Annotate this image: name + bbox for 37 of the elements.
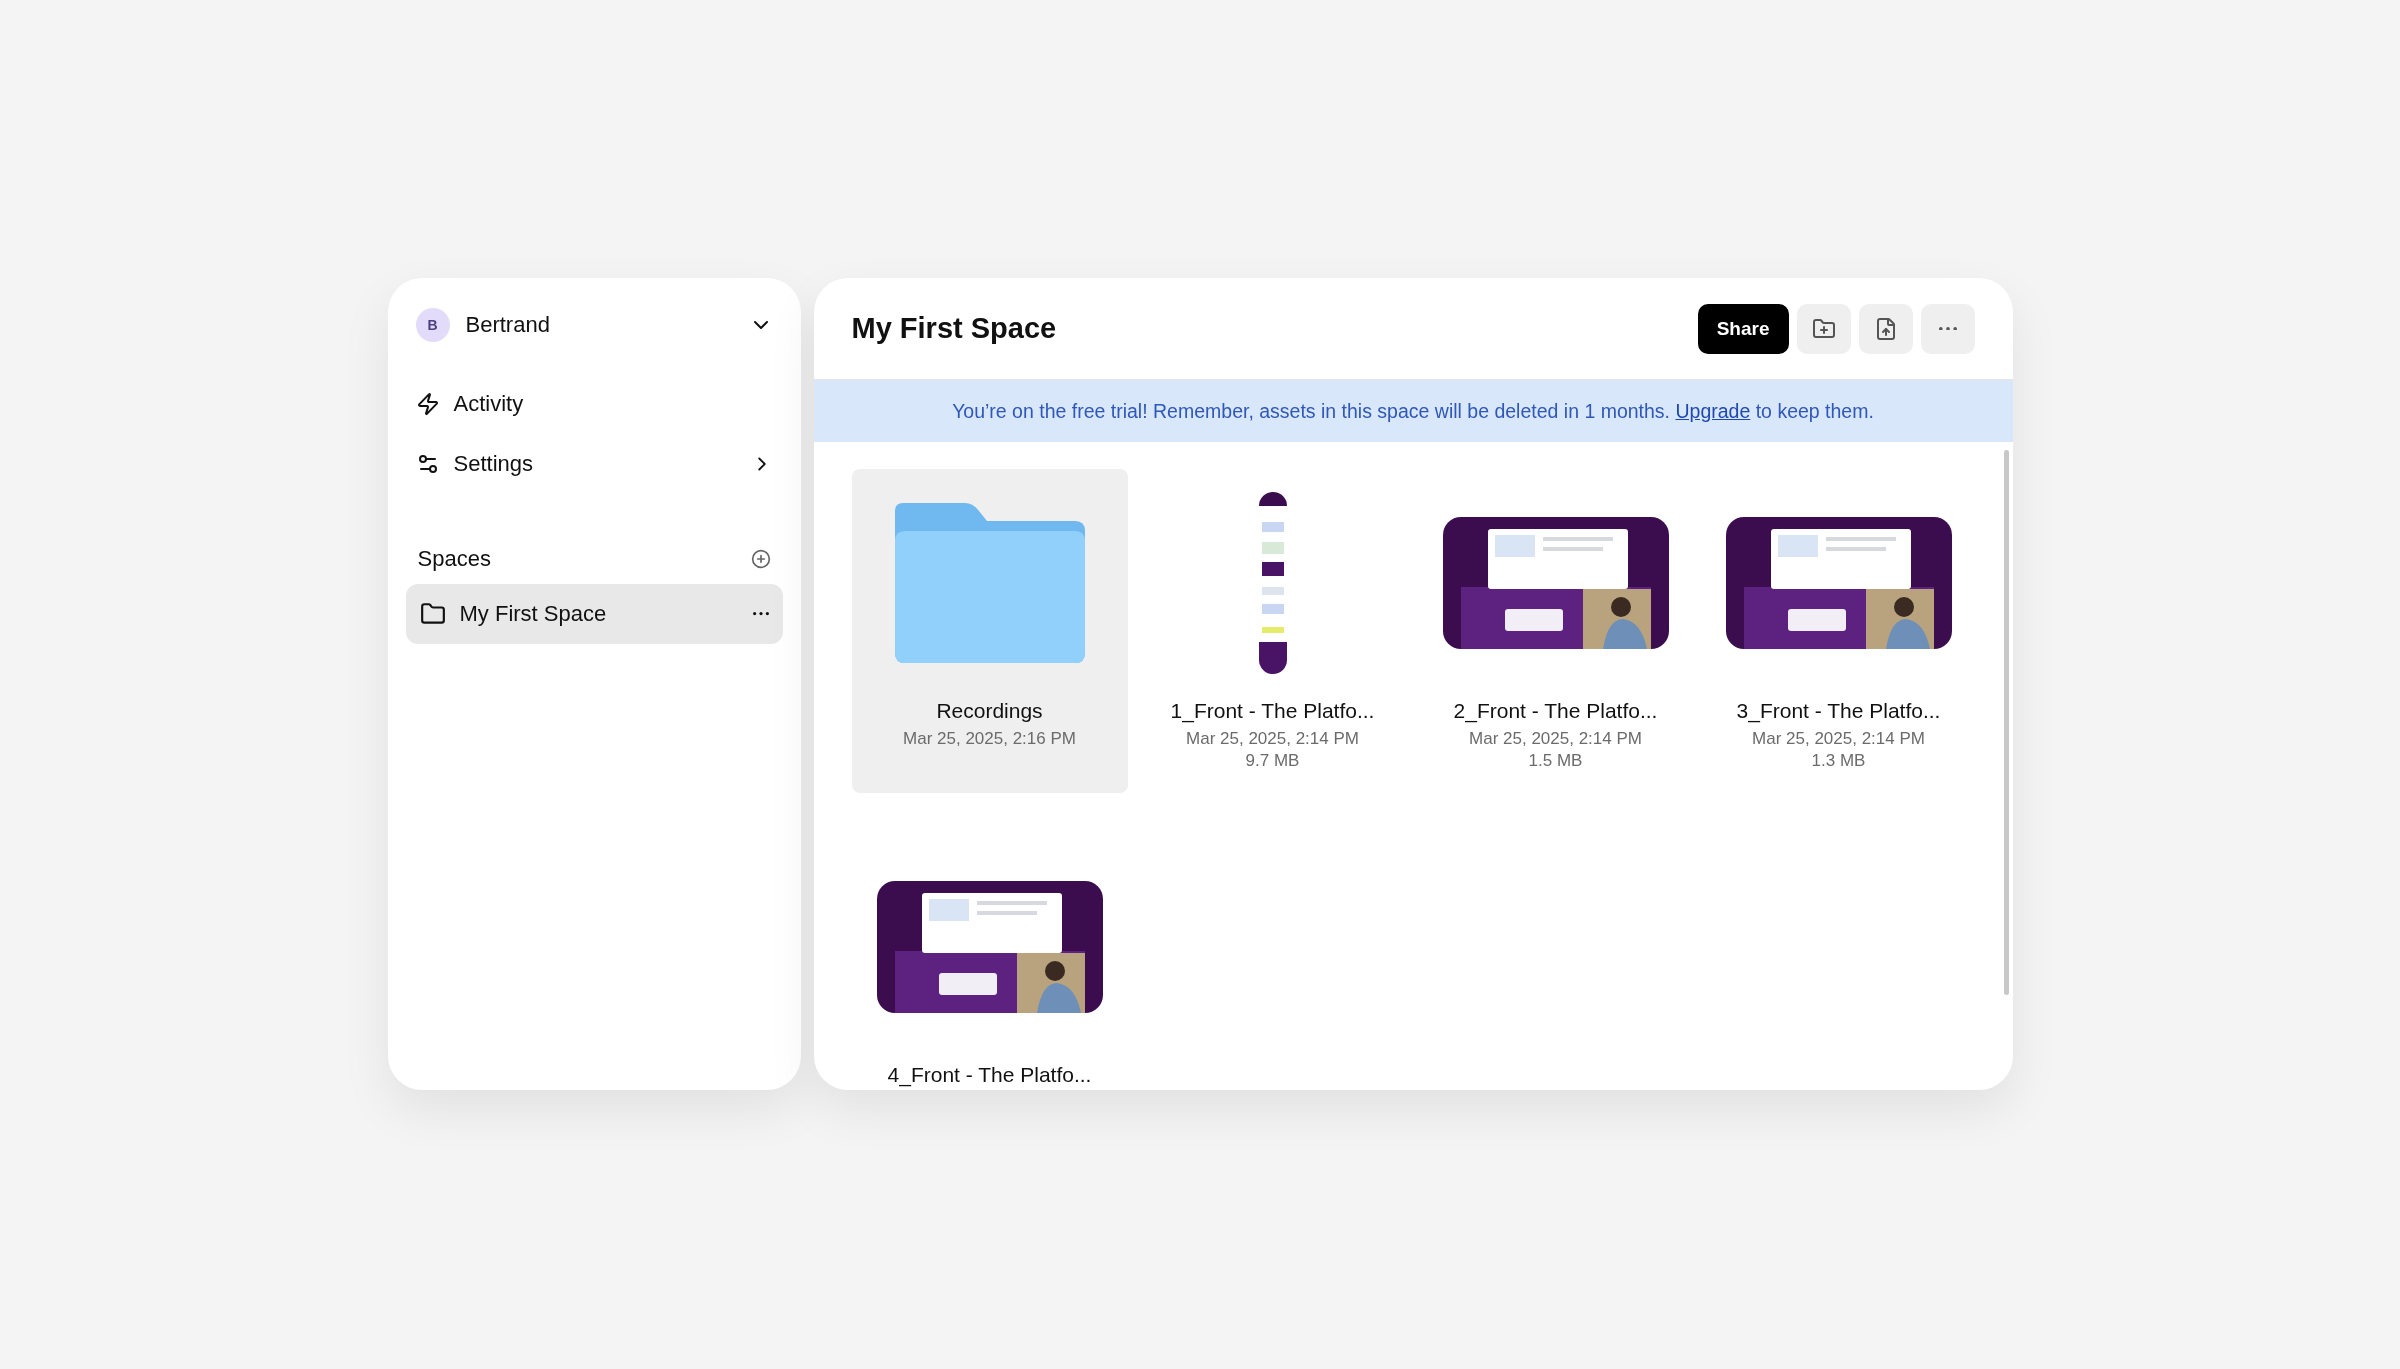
banner-text: You’re on the free trial! Remember, assets in this space will be deleted in 1 months. Upgrade to keep them.: [952, 399, 1874, 423]
more-icon: [1938, 326, 1957, 331]
share-button[interactable]: Share: [1697, 303, 1789, 354]
nav-item[interactable]: Settings: [405, 434, 783, 494]
lightning-icon: [415, 392, 440, 416]
page-title: My First Space: [851, 312, 1058, 345]
scrollbar[interactable]: [2004, 450, 2009, 995]
file-size: 1.3 MB: [1811, 751, 1866, 771]
file-tile[interactable]: 2_Front - The Platfo... Mar 25, 2025, 2:14 PM 1.5 MB: [1417, 469, 1694, 793]
more-icon[interactable]: [752, 612, 769, 616]
nav-item[interactable]: Activity: [405, 374, 783, 434]
upgrade-link[interactable]: Upgrade: [1675, 399, 1751, 422]
folder-tile[interactable]: Recordings Mar 25, 2025, 2:16 PM: [851, 469, 1128, 793]
file-name: Recordings: [936, 699, 1043, 723]
file-tile[interactable]: 1_Front - The Platfo... Mar 25, 2025, 2:14 PM 9.7 MB: [1134, 469, 1411, 793]
new-folder-button[interactable]: [1796, 303, 1851, 354]
add-icon[interactable]: [750, 549, 771, 569]
folder-icon: [894, 503, 1085, 663]
file-tile[interactable]: 4_Front - The Platfo...: [851, 833, 1128, 1090]
file-name: 2_Front - The Platfo...: [1453, 699, 1658, 723]
file-name: 1_Front - The Platfo...: [1170, 699, 1375, 723]
file-size: 9.7 MB: [1245, 751, 1300, 771]
folder-icon: [419, 601, 446, 627]
file-size: 1.5 MB: [1528, 751, 1583, 771]
file-date: Mar 25, 2025, 2:14 PM: [1752, 729, 1925, 749]
file-name: 3_Front - The Platfo...: [1736, 699, 1941, 723]
file-tile[interactable]: 3_Front - The Platfo... Mar 25, 2025, 2:14 PM 1.3 MB: [1700, 469, 1977, 793]
account-switcher[interactable]: B Bertrand: [405, 298, 783, 352]
file-date: Mar 25, 2025, 2:16 PM: [903, 729, 1076, 749]
file-name: 4_Front - The Platfo...: [887, 1063, 1092, 1087]
folder-plus-icon: [1811, 316, 1836, 341]
upload-button[interactable]: [1858, 303, 1913, 354]
space-item[interactable]: My First Space: [405, 584, 783, 644]
file-date: Mar 25, 2025, 2:14 PM: [1469, 729, 1642, 749]
file-date: Mar 25, 2025, 2:14 PM: [1186, 729, 1359, 749]
section-heading: Spaces: [417, 546, 491, 572]
avatar: B: [415, 308, 450, 342]
